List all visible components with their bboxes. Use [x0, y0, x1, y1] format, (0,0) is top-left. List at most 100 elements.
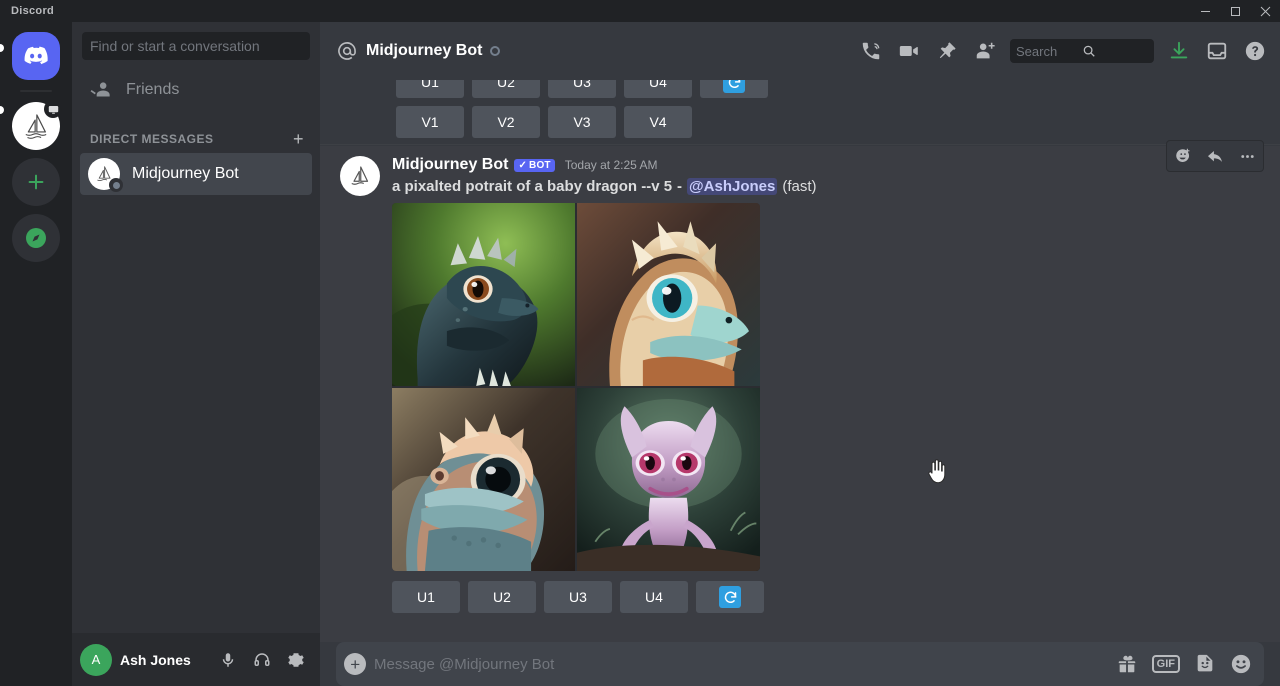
plus-icon: [25, 171, 47, 193]
more-horizontal-icon[interactable]: [1231, 141, 1263, 171]
emoji-smiley-icon[interactable]: [1230, 653, 1252, 675]
upscale-button-u2[interactable]: U2: [472, 80, 540, 98]
refresh-icon: [723, 80, 745, 93]
rail-indicator-midjourney: [0, 106, 4, 114]
reroll-button-current[interactable]: [696, 581, 764, 613]
current-user-name: Ash Jones: [120, 651, 191, 668]
search-input[interactable]: Search: [1010, 39, 1154, 63]
variation-button-v1[interactable]: V1: [396, 106, 464, 138]
reroll-button-previous[interactable]: [700, 80, 768, 98]
direct-messages-label: DIRECT MESSAGES: [90, 132, 214, 146]
previous-message-buttons: U1 U2 U3 U4 V1 V2 V3 V4: [320, 80, 1280, 152]
close-button[interactable]: [1250, 0, 1280, 22]
grid-image-3[interactable]: [392, 388, 575, 571]
upload-file-button[interactable]: +: [336, 642, 374, 686]
minimize-button[interactable]: [1190, 0, 1220, 22]
rail-divider: [20, 90, 52, 92]
sidebar-item-midjourney[interactable]: [12, 100, 62, 150]
upscale-button-u4-current[interactable]: U4: [620, 581, 688, 613]
message-divider: [320, 144, 1280, 145]
sidebar-item-add-server[interactable]: [12, 158, 60, 206]
verified-check-icon: ✓: [518, 159, 528, 171]
sidebar-item-label: Midjourney Bot: [132, 165, 239, 182]
start-video-call-icon[interactable]: [892, 34, 926, 68]
grid-image-4[interactable]: [577, 388, 760, 571]
upscale-button-u1-current[interactable]: U1: [392, 581, 460, 613]
upscale-button-u2-current[interactable]: U2: [468, 581, 536, 613]
sticker-icon[interactable]: [1194, 653, 1216, 675]
user-settings-button[interactable]: [280, 644, 312, 676]
variation-button-row-previous: V1 V2 V3 V4: [396, 106, 1280, 138]
prompt-separator: -: [677, 178, 683, 195]
reply-arrow-icon[interactable]: [1199, 141, 1231, 171]
sidebar-item-friends[interactable]: Friends: [80, 69, 312, 111]
pin-icon[interactable]: [930, 34, 964, 68]
deafen-button[interactable]: [246, 644, 278, 676]
compass-icon: [24, 226, 48, 250]
message-content: a pixalted potrait of a baby dragon --v …: [392, 178, 1232, 195]
user-initial: A: [91, 652, 101, 667]
gif-icon[interactable]: GIF: [1151, 654, 1180, 674]
refresh-icon: [719, 586, 741, 608]
search-placeholder: Search: [1016, 43, 1058, 59]
composer-input-wrapper[interactable]: + Message @Midjourney Bot GIF: [336, 642, 1264, 686]
message-timestamp: Today at 2:25 AM: [564, 158, 658, 172]
dm-sidebar: Find or start a conversation Friends DIR…: [72, 22, 320, 686]
app-brand: Discord: [11, 5, 55, 17]
message-author[interactable]: Midjourney Bot: [392, 156, 508, 174]
variation-button-v4[interactable]: V4: [624, 106, 692, 138]
header-actions: Search: [854, 34, 1272, 68]
message-input[interactable]: Message @Midjourney Bot: [374, 656, 1116, 673]
page-title: Midjourney Bot: [366, 42, 483, 59]
grid-image-2[interactable]: [577, 203, 760, 386]
title-bar: Discord: [0, 0, 1280, 22]
message-hover-toolbar: [1166, 140, 1264, 172]
status-badge: [109, 178, 123, 192]
sidebar-item-midjourney-bot[interactable]: Midjourney Bot: [80, 153, 312, 195]
find-conversation-placeholder: Find or start a conversation: [90, 38, 260, 54]
add-person-icon[interactable]: [968, 34, 1002, 68]
upscale-button-u3[interactable]: U3: [548, 80, 616, 98]
message-composer: + Message @Midjourney Bot GIF: [320, 642, 1280, 686]
upscale-button-row-previous: U1 U2 U3 U4: [396, 80, 1280, 98]
upscale-button-u1[interactable]: U1: [396, 80, 464, 98]
message-list[interactable]: U1 U2 U3 U4 V1 V2 V3 V4 Midjourney Bot ✓…: [320, 80, 1280, 642]
upscale-button-row-current: U1 U2 U3 U4: [392, 581, 1232, 613]
message-item[interactable]: Midjourney Bot ✓ BOT Today at 2:25 AM a …: [320, 140, 1280, 642]
avatar: [88, 158, 123, 192]
start-voice-call-icon[interactable]: [854, 34, 888, 68]
user-controls: [212, 644, 312, 676]
add-reaction-icon[interactable]: [1167, 141, 1199, 171]
find-conversation-input[interactable]: Find or start a conversation: [82, 32, 310, 60]
discord-logo-icon: [22, 42, 50, 70]
help-circle-icon[interactable]: [1238, 34, 1272, 68]
discord-window: Discord Find or start a conversation Fri…: [0, 0, 1280, 686]
upscale-button-u4[interactable]: U4: [624, 80, 692, 98]
channel-header: Midjourney Bot Search: [320, 22, 1280, 80]
create-dm-button[interactable]: +: [293, 130, 312, 148]
window-controls: [1190, 0, 1280, 22]
generation-mode: (fast): [782, 178, 817, 195]
friends-label: Friends: [126, 81, 180, 98]
composer-actions: GIF: [1116, 653, 1252, 675]
grid-image-1[interactable]: [392, 203, 575, 386]
sidebar-item-explore[interactable]: [12, 214, 60, 262]
dm-list: Friends DIRECT MESSAGES + Midjourney Bot: [72, 60, 320, 633]
user-panel: A Ash Jones: [72, 633, 320, 686]
mute-microphone-button[interactable]: [212, 644, 244, 676]
avatar[interactable]: [340, 156, 380, 196]
sidebar-item-home[interactable]: [12, 32, 60, 80]
image-grid[interactable]: [392, 203, 760, 571]
variation-button-v3[interactable]: V3: [548, 106, 616, 138]
bot-badge-label: BOT: [529, 159, 551, 171]
at-sign-icon: [336, 40, 358, 62]
screen-share-badge-icon: [44, 100, 62, 118]
upscale-button-u3-current[interactable]: U3: [544, 581, 612, 613]
inbox-icon[interactable]: [1200, 34, 1234, 68]
user-mention[interactable]: @AshJones: [687, 178, 778, 195]
maximize-button[interactable]: [1220, 0, 1250, 22]
avatar[interactable]: A: [80, 643, 112, 676]
variation-button-v2[interactable]: V2: [472, 106, 540, 138]
download-icon[interactable]: [1162, 34, 1196, 68]
gift-icon[interactable]: [1116, 653, 1138, 675]
